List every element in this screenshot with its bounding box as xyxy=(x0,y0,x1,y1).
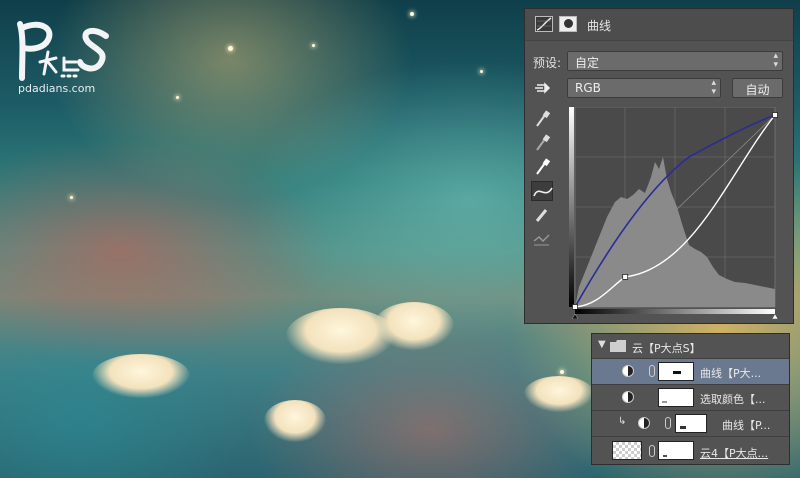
panel-title: 曲线 xyxy=(587,19,612,33)
preset-select[interactable]: 自定 ▴ ▾ xyxy=(567,51,783,71)
layer-name: 云4【P大点... xyxy=(700,447,769,460)
target-adjust-hand-icon[interactable] xyxy=(533,80,551,96)
disclosure-triangle-icon[interactable]: ▼ xyxy=(598,339,606,350)
layer-thumbnail[interactable] xyxy=(612,441,642,460)
star xyxy=(480,70,483,73)
channel-value: RGB xyxy=(575,81,601,95)
clipping-arrow-icon: ↳ xyxy=(618,416,627,427)
watermark-logo: pdadians.com xyxy=(10,18,120,98)
white-point-slider-icon xyxy=(771,313,779,319)
star xyxy=(560,370,564,374)
channel-select[interactable]: RGB ▴ ▾ xyxy=(567,78,721,98)
layer-name: 曲线【P大... xyxy=(700,367,762,380)
curve-control-point[interactable] xyxy=(622,273,629,280)
properties-panel: 曲线 预设: 自定 ▴ ▾ RGB ▴ ▾ 自动 xyxy=(524,8,794,324)
star xyxy=(312,44,315,47)
layer-mask-thumbnail[interactable] xyxy=(675,414,707,433)
star xyxy=(228,46,233,51)
preset-value: 自定 xyxy=(575,56,600,70)
layers-panel: ▼ 云【P大点S】 曲线【P大... 选取颜色【... ↳ 曲线【P... 云4 xyxy=(591,333,790,465)
layer-mask-thumbnail[interactable] xyxy=(658,441,694,460)
group-name: 云【P大点S】 xyxy=(632,342,701,355)
select-arrows-icon: ▴ ▾ xyxy=(711,78,716,97)
adjustment-layer-icon xyxy=(638,417,650,429)
layer-mask-thumbnail[interactable] xyxy=(658,388,694,407)
layer-row[interactable]: ↳ 曲线【P... xyxy=(592,411,789,437)
layer-row[interactable]: 云4【P大点... xyxy=(592,437,789,464)
layer-row[interactable]: 曲线【P大... xyxy=(592,359,789,385)
link-icon[interactable] xyxy=(649,445,655,457)
curve-graph[interactable] xyxy=(569,107,779,319)
star xyxy=(176,96,179,99)
adjustment-layer-icon xyxy=(622,365,634,377)
star xyxy=(70,196,73,199)
ps-logo-icon xyxy=(17,21,109,81)
layer-group-row[interactable]: ▼ 云【P大点S】 xyxy=(592,334,789,359)
layer-name: 曲线【P... xyxy=(722,419,771,432)
black-point-slider-icon xyxy=(571,313,579,319)
curve-control-point[interactable] xyxy=(772,112,778,118)
eyedropper-white-icon[interactable] xyxy=(531,157,553,177)
adjustment-layer-icon xyxy=(622,391,634,403)
preset-label: 预设: xyxy=(533,56,562,70)
watermark-url: pdadians.com xyxy=(18,82,96,95)
preset-row: 预设: 自定 ▴ ▾ xyxy=(525,51,793,73)
select-arrows-icon: ▴ ▾ xyxy=(773,51,778,70)
link-icon[interactable] xyxy=(649,365,655,377)
layer-row[interactable]: 选取颜色【... xyxy=(592,385,789,411)
link-icon[interactable] xyxy=(665,417,671,429)
cloud xyxy=(92,354,190,398)
layer-mask-thumbnail[interactable] xyxy=(658,362,694,381)
auto-button[interactable]: 自动 xyxy=(732,78,783,98)
curves-adjustment-icon[interactable] xyxy=(535,16,553,32)
smooth-curve-icon[interactable] xyxy=(531,229,553,249)
layer-name: 选取颜色【... xyxy=(700,393,766,406)
folder-icon xyxy=(610,340,626,352)
pencil-icon[interactable] xyxy=(531,205,553,225)
cloud xyxy=(524,376,594,412)
channel-row: RGB ▴ ▾ 自动 xyxy=(525,78,793,100)
mask-icon[interactable] xyxy=(559,16,577,32)
curve-point-tool-icon[interactable] xyxy=(531,181,553,201)
star xyxy=(410,12,414,16)
cloud xyxy=(264,400,326,442)
curve-control-point[interactable] xyxy=(572,304,578,310)
eyedropper-gray-icon[interactable] xyxy=(531,133,553,153)
properties-header: 曲线 xyxy=(525,9,793,41)
eyedropper-black-icon[interactable] xyxy=(531,109,553,129)
cloud xyxy=(374,302,454,350)
